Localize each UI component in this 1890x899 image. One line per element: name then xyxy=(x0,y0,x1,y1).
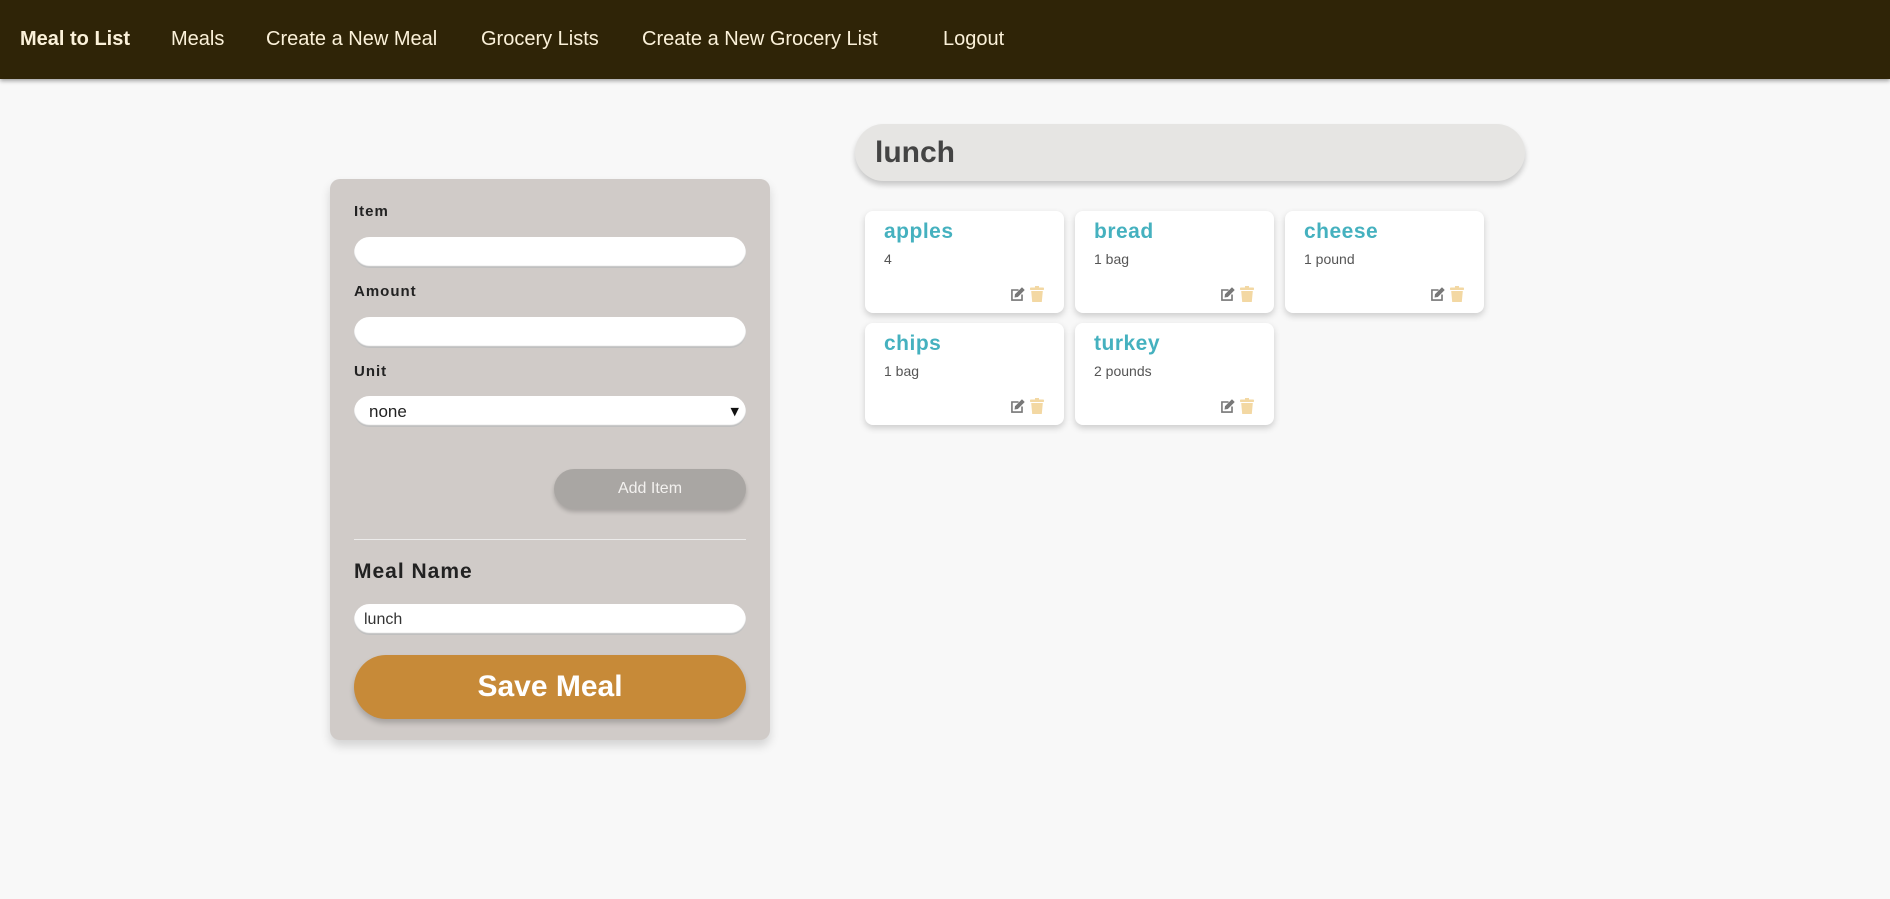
item-name: turkey xyxy=(1094,332,1161,355)
item-card: turkey 2 pounds xyxy=(1075,323,1274,425)
item-amount: 1 pound xyxy=(1304,251,1355,267)
edit-icon[interactable] xyxy=(1009,286,1026,303)
item-input[interactable] xyxy=(354,237,746,268)
unit-label: Unit xyxy=(354,363,388,380)
item-card: bread 1 bag xyxy=(1075,211,1274,313)
meal-title: lunch xyxy=(875,136,955,169)
add-item-button[interactable]: Add Item xyxy=(554,469,746,509)
navbar: Meal to List Meals Create a New Meal Gro… xyxy=(0,0,1890,79)
meal-name-label: Meal Name xyxy=(354,560,473,583)
dropdown-arrow-icon: ▼ xyxy=(730,405,739,418)
item-amount: 1 bag xyxy=(1094,251,1130,267)
trash-icon[interactable] xyxy=(1240,286,1254,302)
trash-icon[interactable] xyxy=(1030,398,1044,414)
save-meal-button[interactable]: Save Meal xyxy=(354,655,746,719)
item-name: apples xyxy=(884,220,954,243)
unit-select[interactable]: none ▼ xyxy=(354,396,746,427)
item-amount: 1 bag xyxy=(884,363,920,379)
trash-icon[interactable] xyxy=(1450,286,1464,302)
nav-link-create-meal[interactable]: Create a New Meal xyxy=(266,0,437,79)
item-amount: 2 pounds xyxy=(1094,363,1152,379)
nav-link-create-grocery-list[interactable]: Create a New Grocery List xyxy=(642,0,878,79)
nav-link-logout[interactable]: Logout xyxy=(943,0,1004,79)
add-item-form: Item Amount Unit none ▼ Add Item Meal Na… xyxy=(330,179,770,740)
amount-label: Amount xyxy=(354,283,417,300)
item-name: bread xyxy=(1094,220,1154,243)
brand-link[interactable]: Meal to List xyxy=(20,0,130,79)
item-card: cheese 1 pound xyxy=(1285,211,1484,313)
edit-icon[interactable] xyxy=(1429,286,1446,303)
edit-icon[interactable] xyxy=(1219,398,1236,415)
item-card: apples 4 xyxy=(865,211,1064,313)
nav-link-meals[interactable]: Meals xyxy=(171,0,224,79)
meal-name-input[interactable] xyxy=(354,604,746,635)
nav-link-grocery-lists[interactable]: Grocery Lists xyxy=(481,0,599,79)
item-name: cheese xyxy=(1304,220,1379,243)
trash-icon[interactable] xyxy=(1240,398,1254,414)
meal-header: lunch xyxy=(855,124,1525,181)
amount-input[interactable] xyxy=(354,317,746,348)
trash-icon[interactable] xyxy=(1030,286,1044,302)
item-amount: 4 xyxy=(884,251,892,267)
edit-icon[interactable] xyxy=(1219,286,1236,303)
item-label: Item xyxy=(354,203,389,220)
unit-select-value: none xyxy=(369,402,407,421)
edit-icon[interactable] xyxy=(1009,398,1026,415)
form-divider xyxy=(354,539,746,540)
item-name: chips xyxy=(884,332,942,355)
item-card: chips 1 bag xyxy=(865,323,1064,425)
